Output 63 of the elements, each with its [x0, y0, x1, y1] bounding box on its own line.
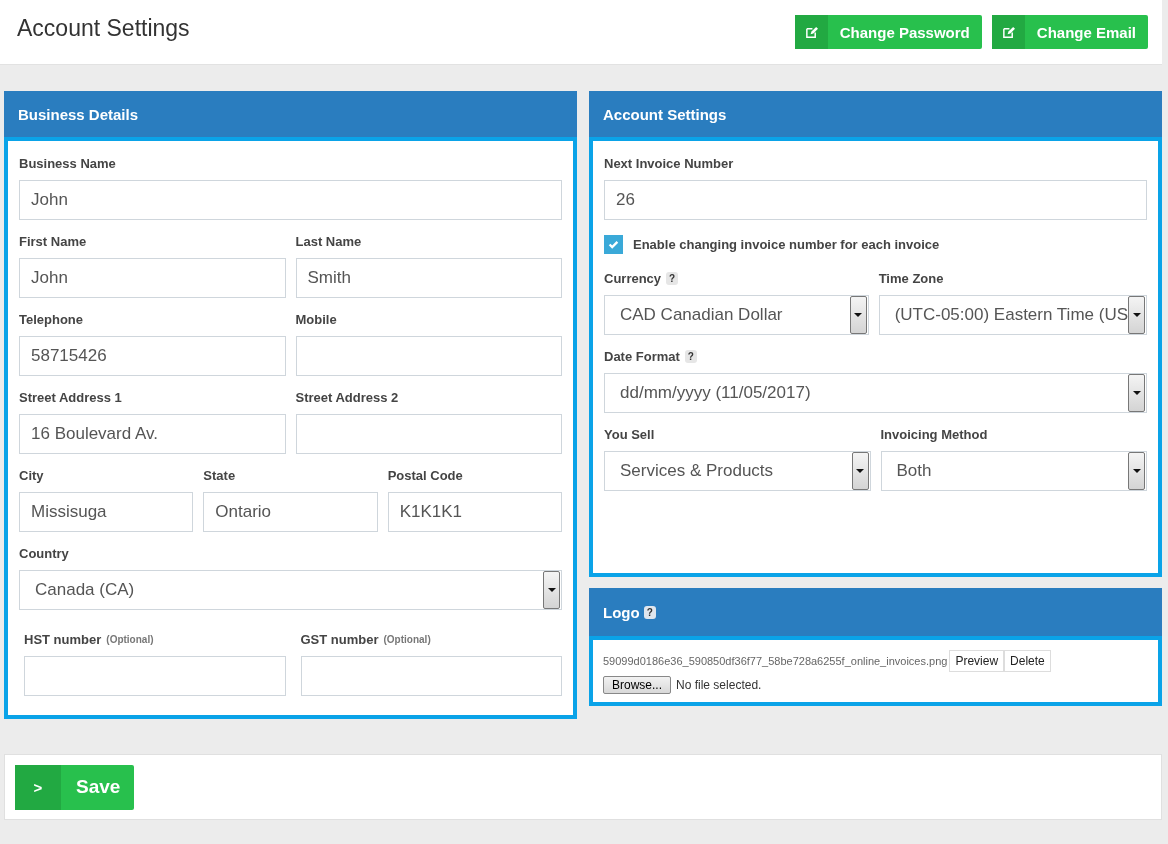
- input-field[interactable]: John: [19, 258, 286, 298]
- input-field[interactable]: 26: [604, 180, 1147, 220]
- help-icon[interactable]: ?: [643, 605, 656, 619]
- chevron-icon: >: [33, 778, 43, 796]
- field-label: Street Address 1: [19, 389, 122, 405]
- optional-hint: (Optional): [383, 633, 431, 645]
- field-label: Country: [19, 545, 69, 561]
- input-field[interactable]: [295, 414, 562, 454]
- dropdown[interactable]: CAD Canadian Dollar: [604, 295, 869, 335]
- help-icon[interactable]: ?: [666, 271, 679, 285]
- dropdown[interactable]: (UTC-05:00) Eastern Time (US: [878, 295, 1147, 335]
- field-label: Business Name: [19, 155, 116, 171]
- input-field[interactable]: [24, 656, 286, 696]
- field-label: You Sell: [604, 426, 655, 442]
- field-label: State: [203, 467, 236, 483]
- checkbox[interactable]: [604, 234, 623, 254]
- input-field[interactable]: [295, 336, 562, 376]
- browse-button[interactable]: Browse...: [603, 676, 671, 694]
- dropdown[interactable]: dd/mm/yyyy (11/05/2017): [604, 373, 1147, 413]
- field-label: Mobile: [295, 311, 337, 327]
- caret-icon: [1132, 313, 1141, 317]
- caret-icon: [547, 588, 556, 592]
- checkbox-label: Enable changing invoice number for each invoice: [633, 236, 940, 252]
- field-label: Postal Code: [387, 467, 463, 483]
- optional-hint: (Optional): [106, 633, 154, 645]
- input-field[interactable]: 16 Boulevard Av.: [19, 414, 286, 454]
- caret-icon: [1132, 469, 1141, 473]
- file-name: 59099d0186e36_590850df36f77_58be728a6255f_online_invoices.png: [603, 655, 948, 667]
- field-label: Currency: [604, 270, 662, 286]
- panel-title: Account Settings: [603, 105, 727, 123]
- file-button[interactable]: Delete: [1004, 650, 1051, 672]
- field-label: Date Format: [604, 348, 680, 364]
- input-field[interactable]: 58715426: [19, 336, 286, 376]
- field-label: Last Name: [295, 233, 362, 249]
- caret-icon: [1132, 391, 1141, 395]
- field-label: Telephone: [19, 311, 84, 327]
- input-field[interactable]: Missisuga: [19, 492, 194, 532]
- input-field[interactable]: K1K1K1: [387, 492, 562, 532]
- field-label: HST number: [24, 631, 102, 647]
- field-label: Invoicing Method: [880, 426, 988, 442]
- input-field[interactable]: [300, 656, 562, 696]
- input-field[interactable]: John: [19, 180, 562, 220]
- panel-title: Logo: [603, 603, 640, 621]
- file-button[interactable]: Preview: [949, 650, 1005, 672]
- field-label: Time Zone: [878, 270, 944, 286]
- file-status: No file selected.: [676, 678, 762, 692]
- dropdown[interactable]: Both: [880, 451, 1147, 491]
- field-label: GST number: [300, 631, 379, 647]
- field-label: Next Invoice Number: [604, 155, 734, 171]
- caret-icon: [856, 469, 864, 473]
- input-field[interactable]: Smith: [295, 258, 562, 298]
- panel-title: Business Details: [18, 105, 139, 123]
- caret-icon: [854, 313, 863, 317]
- dropdown[interactable]: Services & Products: [604, 451, 871, 491]
- dropdown[interactable]: Canada (CA): [19, 570, 562, 610]
- field-label: Street Address 2: [295, 389, 399, 405]
- help-icon[interactable]: ?: [684, 349, 697, 363]
- edit-icon: [1001, 25, 1015, 39]
- page-title: Account Settings: [17, 15, 190, 42]
- field-label: City: [19, 467, 44, 483]
- field-label: First Name: [19, 233, 87, 249]
- edit-icon: [804, 25, 818, 39]
- input-field[interactable]: Ontario: [203, 492, 378, 532]
